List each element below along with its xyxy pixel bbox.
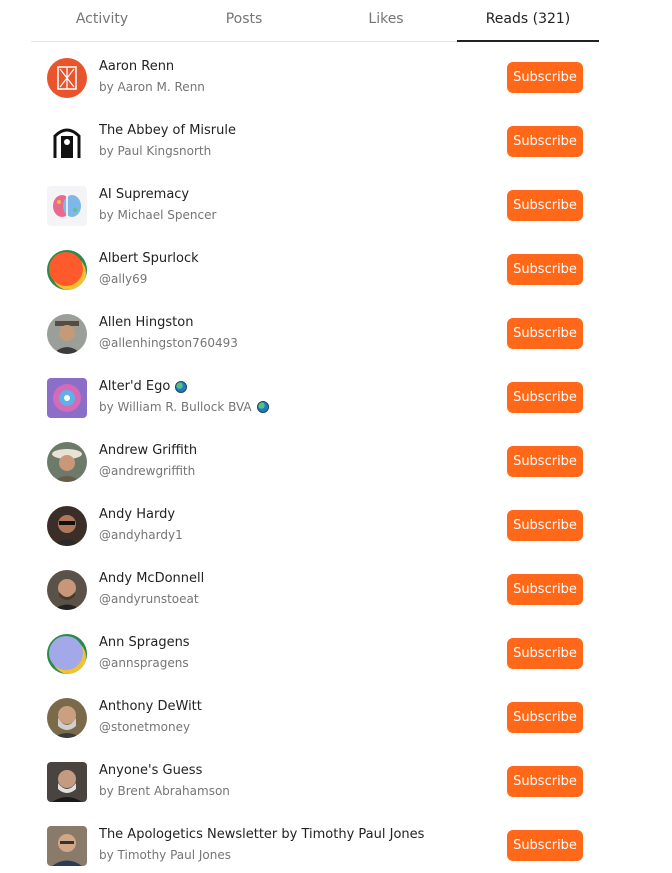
list-item: Aaron Renn by Aaron M. Renn Subscribe — [0, 41, 672, 105]
publication-logo-avatar[interactable] — [47, 378, 87, 418]
subscribe-button[interactable]: Subscribe — [507, 638, 583, 669]
list-item: Andy McDonnell @andyrunstoeat Subscribe — [0, 553, 672, 617]
subscribe-button[interactable]: Subscribe — [507, 702, 583, 733]
subscribe-button[interactable]: Subscribe — [507, 446, 583, 477]
subscription-name[interactable]: Albert Spurlock — [99, 251, 199, 266]
list-item: Allen Hingston @allenhingston760493 Subs… — [0, 297, 672, 361]
subscription-handle: @annspragens — [99, 656, 189, 670]
list-item: AI Supremacy by Michael Spencer Subscrib… — [0, 169, 672, 233]
subscription-name[interactable]: Aaron Renn — [99, 59, 174, 74]
subscription-handle: @andyrunstoeat — [99, 592, 199, 606]
subscription-name-text: Alter'd Ego — [99, 379, 171, 394]
subscription-handle: @allenhingston760493 — [99, 336, 238, 350]
list-item: Ann Spragens @annspragens Subscribe — [0, 617, 672, 681]
subscribe-button[interactable]: Subscribe — [507, 254, 583, 285]
list-item: Andy Hardy @andyhardy1 Subscribe — [0, 489, 672, 553]
subscription-name[interactable]: The Abbey of Misrule — [99, 123, 236, 138]
reads-list: Aaron Renn by Aaron M. Renn Subscribe Th… — [0, 41, 672, 873]
list-item: The Apologetics Newsletter by Timothy Pa… — [0, 809, 672, 873]
list-item: Albert Spurlock @ally69 Subscribe — [0, 233, 672, 297]
user-avatar[interactable] — [47, 634, 87, 674]
tab-reads[interactable]: Reads (321) — [457, 0, 599, 42]
user-avatar[interactable] — [47, 314, 87, 354]
globe-icon — [256, 401, 269, 413]
subscription-name[interactable]: Anyone's Guess — [99, 763, 202, 778]
subscription-name[interactable]: Andrew Griffith — [99, 443, 197, 458]
subscribe-button[interactable]: Subscribe — [507, 574, 583, 605]
subscribe-button[interactable]: Subscribe — [507, 318, 583, 349]
subscription-handle: @stonetmoney — [99, 720, 191, 734]
user-avatar[interactable] — [47, 442, 87, 482]
subscription-author: by Timothy Paul Jones — [99, 848, 232, 862]
globe-icon — [175, 380, 188, 393]
list-item: Andrew Griffith @andrewgriffith Subscrib… — [0, 425, 672, 489]
profile-tabs: Activity Posts Likes Reads (321) — [31, 0, 599, 42]
tab-activity[interactable]: Activity — [31, 0, 173, 41]
user-avatar[interactable] — [47, 570, 87, 610]
subscribe-button[interactable]: Subscribe — [507, 830, 583, 861]
subscription-author: by Paul Kingsnorth — [99, 144, 212, 158]
list-item: Alter'd Ego by William R. Bullock BVA Su… — [0, 361, 672, 425]
subscribe-button[interactable]: Subscribe — [507, 190, 583, 221]
subscription-handle: @ally69 — [99, 272, 148, 286]
subscribe-button[interactable]: Subscribe — [507, 62, 583, 93]
subscription-name[interactable]: The Apologetics Newsletter by Timothy Pa… — [99, 827, 424, 842]
list-item: Anyone's Guess by Brent Abrahamson Subsc… — [0, 745, 672, 809]
subscription-author: by William R. Bullock BVA — [99, 400, 269, 414]
publication-logo-avatar[interactable] — [47, 826, 87, 866]
publication-logo-avatar[interactable] — [47, 122, 87, 162]
user-avatar[interactable] — [47, 250, 87, 290]
subscription-handle: @andyhardy1 — [99, 528, 183, 542]
subscription-name[interactable]: AI Supremacy — [99, 187, 189, 202]
subscription-name[interactable]: Allen Hingston — [99, 315, 193, 330]
subscribe-button[interactable]: Subscribe — [507, 382, 583, 413]
publication-logo-avatar[interactable] — [47, 762, 87, 802]
subscription-name[interactable]: Andy Hardy — [99, 507, 175, 522]
publication-logo-avatar[interactable] — [47, 186, 87, 226]
list-item: Anthony DeWitt @stonetmoney Subscribe — [0, 681, 672, 745]
subscription-name[interactable]: Andy McDonnell — [99, 571, 204, 586]
subscription-name[interactable]: Anthony DeWitt — [99, 699, 202, 714]
subscription-author: by Michael Spencer — [99, 208, 217, 222]
list-item: The Abbey of Misrule by Paul Kingsnorth … — [0, 105, 672, 169]
subscribe-button[interactable]: Subscribe — [507, 126, 583, 157]
subscription-author: by Brent Abrahamson — [99, 784, 230, 798]
subscription-name[interactable]: Ann Spragens — [99, 635, 190, 650]
subscribe-button[interactable]: Subscribe — [507, 766, 583, 797]
subscription-name[interactable]: Alter'd Ego — [99, 379, 188, 394]
subscription-author: by Aaron M. Renn — [99, 80, 205, 94]
tab-posts[interactable]: Posts — [173, 0, 315, 41]
subscription-handle: @andrewgriffith — [99, 464, 196, 478]
user-avatar[interactable] — [47, 698, 87, 738]
publication-logo-avatar[interactable] — [47, 58, 87, 98]
subscribe-button[interactable]: Subscribe — [507, 510, 583, 541]
tab-likes[interactable]: Likes — [315, 0, 457, 41]
subscription-author-text: by William R. Bullock BVA — [99, 400, 252, 414]
user-avatar[interactable] — [47, 506, 87, 546]
